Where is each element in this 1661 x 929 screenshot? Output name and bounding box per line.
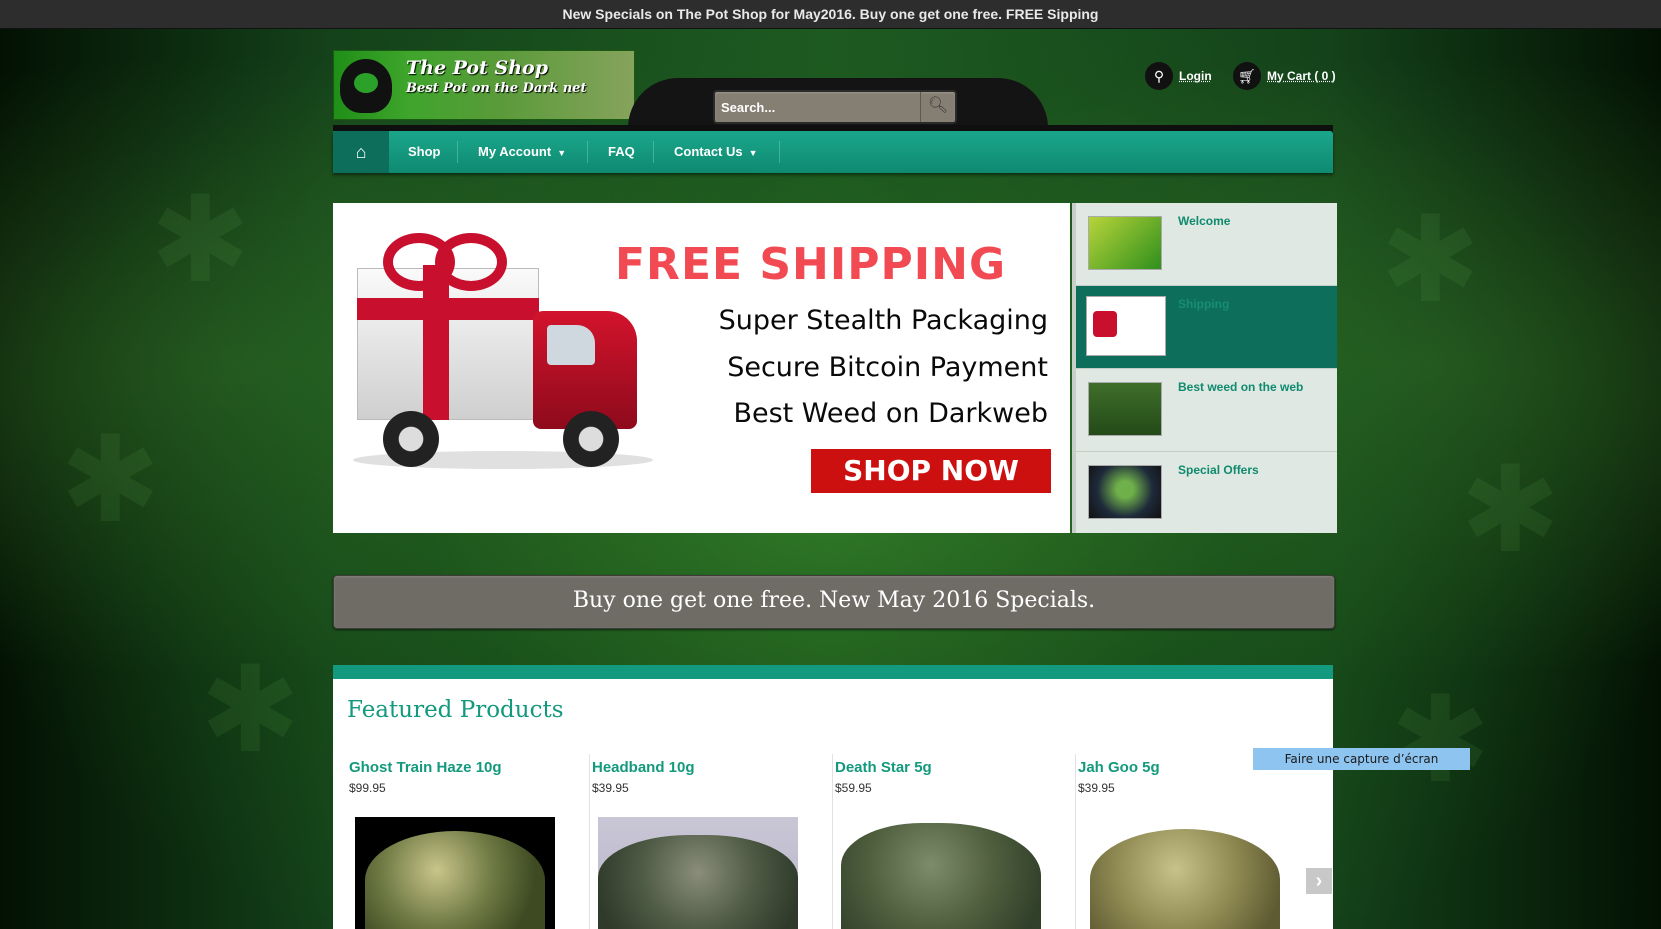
site-logo[interactable]: The Pot Shop Best Pot on the Dark net <box>333 50 635 120</box>
slide-item-special-offers[interactable]: Special Offers <box>1076 452 1337 534</box>
truck-wheel <box>563 411 619 467</box>
banner-headline: FREE SHIPPING <box>615 239 1007 290</box>
hero-banner[interactable]: FREE SHIPPING Super Stealth Packaging Se… <box>333 203 1070 533</box>
product-image[interactable] <box>598 817 798 929</box>
key-icon: ⚲ <box>1145 62 1173 90</box>
product-name[interactable]: Jah Goo 5g <box>1078 759 1160 776</box>
product-card[interactable]: Death Star 5g $59.95 <box>819 759 1051 929</box>
background-leaf-icon: ✱ <box>200 643 301 777</box>
ribbon-bow <box>383 233 507 291</box>
promo-banner: Buy one get one free. New May 2016 Speci… <box>333 575 1335 629</box>
product-price: $39.95 <box>592 781 629 795</box>
product-price: $99.95 <box>349 781 386 795</box>
logo-tagline: Best Pot on the Dark net <box>406 81 587 96</box>
nav-divider <box>587 141 588 163</box>
slide-item-welcome[interactable]: Welcome <box>1076 203 1337 286</box>
nav-item-label: FAQ <box>608 144 635 159</box>
background-leaf-icon: ✱ <box>1380 193 1481 327</box>
logo-title: The Pot Shop <box>406 57 548 79</box>
slide-list: Welcome Shipping Best weed on the web Sp… <box>1072 203 1337 533</box>
home-icon: ⌂ <box>355 142 367 162</box>
nav-item-faq[interactable]: FAQ <box>608 131 635 173</box>
ribbon-horizontal <box>357 298 539 320</box>
slide-item-best-weed[interactable]: Best weed on the web <box>1076 369 1337 452</box>
slide-label: Welcome <box>1178 214 1231 228</box>
cart-icon: 🛒︎ <box>1233 62 1261 90</box>
nav-item-label: Contact Us <box>674 144 743 159</box>
product-image[interactable] <box>1084 817 1284 929</box>
cauldron-icon <box>340 59 392 113</box>
product-name[interactable]: Ghost Train Haze 10g <box>349 759 502 776</box>
product-card[interactable]: Ghost Train Haze 10g $99.95 <box>333 759 565 929</box>
announcement-bar: New Specials on The Pot Shop for May2016… <box>0 0 1661 29</box>
product-name[interactable]: Headband 10g <box>592 759 695 776</box>
chevron-down-icon: ▼ <box>557 148 567 158</box>
shop-now-button[interactable]: SHOP NOW <box>811 449 1051 493</box>
nav-divider <box>779 141 780 163</box>
chevron-right-icon: › <box>1315 870 1323 892</box>
slide-thumbnail <box>1086 296 1166 356</box>
slide-label: Shipping <box>1178 297 1230 311</box>
background-leaf-icon: ✱ <box>60 413 161 547</box>
carousel-next-button[interactable]: › <box>1306 868 1332 894</box>
background-leaf-icon: ✱ <box>1390 673 1491 807</box>
nav-divider <box>457 141 458 163</box>
search-input[interactable] <box>719 95 919 119</box>
slide-thumbnail <box>1088 382 1162 436</box>
truck-wheel <box>383 411 439 467</box>
slide-item-shipping[interactable]: Shipping <box>1076 286 1337 369</box>
product-name[interactable]: Death Star 5g <box>835 759 932 776</box>
banner-line: Best Weed on Darkweb <box>733 398 1048 429</box>
login-label: Login <box>1179 69 1212 83</box>
slide-thumbnail <box>1088 465 1162 519</box>
nav-item-label: My Account <box>478 144 552 159</box>
product-image[interactable] <box>355 817 555 929</box>
truck-window <box>547 325 595 365</box>
background-leaf-icon: ✱ <box>1460 443 1561 577</box>
product-card[interactable]: Headband 10g $39.95 <box>576 759 808 929</box>
search-button[interactable]: 🔍︎ <box>920 92 955 122</box>
login-link[interactable]: ⚲ Login <box>1145 62 1212 94</box>
featured-products: Featured Products Ghost Train Haze 10g $… <box>333 665 1333 929</box>
cart-label: My Cart ( 0 ) <box>1267 69 1336 83</box>
chevron-down-icon: ▼ <box>748 148 758 158</box>
nav-home[interactable]: ⌂ <box>333 131 389 173</box>
slide-label: Special Offers <box>1178 463 1259 477</box>
product-card[interactable]: Jah Goo 5g $39.95 <box>1062 759 1294 929</box>
main-nav: ⌂ Shop My Account ▼ FAQ Contact Us ▼ <box>333 131 1333 173</box>
product-price: $39.95 <box>1078 781 1115 795</box>
nav-divider <box>653 141 654 163</box>
banner-line: Secure Bitcoin Payment <box>727 352 1048 383</box>
nav-item-label: Shop <box>408 144 441 159</box>
banner-line: Super Stealth Packaging <box>718 305 1048 336</box>
slide-label: Best weed on the web <box>1178 380 1304 394</box>
screenshot-tooltip-button[interactable]: Faire une capture d’écran <box>1253 748 1470 770</box>
search-icon: 🔍︎ <box>927 97 949 114</box>
product-price: $59.95 <box>835 781 872 795</box>
nav-item-contact-us[interactable]: Contact Us ▼ <box>674 131 758 173</box>
slide-thumbnail <box>1088 216 1162 270</box>
background-leaf-icon: ✱ <box>150 173 251 307</box>
featured-title: Featured Products <box>347 697 564 723</box>
search-box: 🔍︎ <box>713 90 957 124</box>
product-image[interactable] <box>841 817 1041 929</box>
cart-link[interactable]: 🛒︎ My Cart ( 0 ) <box>1233 62 1336 94</box>
nav-item-shop[interactable]: Shop <box>408 131 441 173</box>
nav-item-my-account[interactable]: My Account ▼ <box>478 131 566 173</box>
